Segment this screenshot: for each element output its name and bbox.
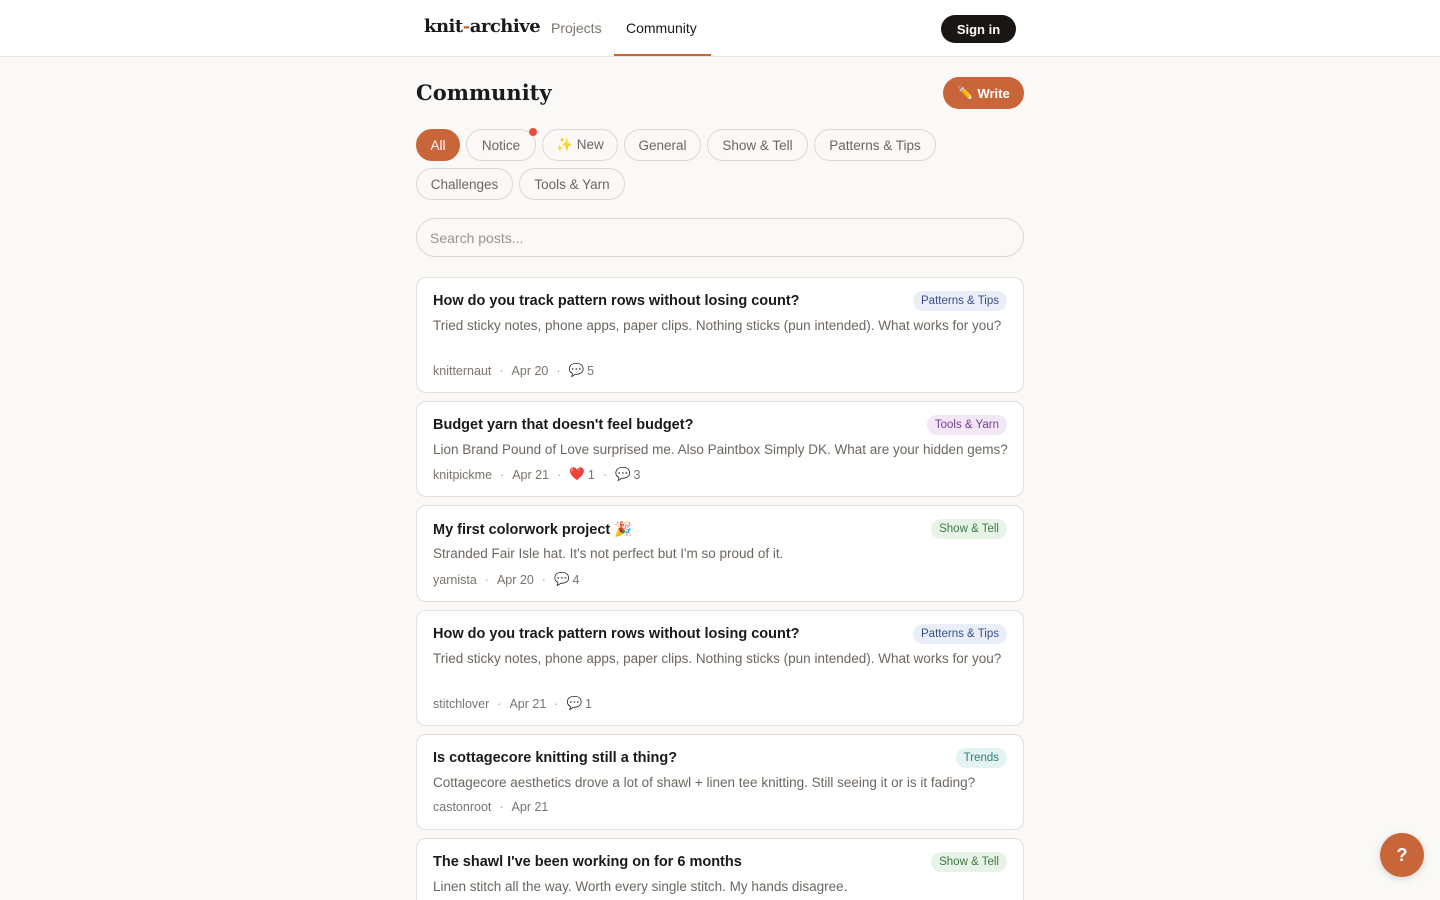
post-date: Apr 21 bbox=[511, 800, 549, 814]
active-nav-indicator bbox=[614, 54, 711, 56]
filter-tools-and-yarn[interactable]: Tools & Yarn bbox=[519, 168, 625, 200]
meta-separator: · bbox=[602, 467, 607, 482]
post-meta: yarnista · Apr 20 · 💬 4 bbox=[433, 572, 580, 587]
post-author[interactable]: knitternaut bbox=[433, 364, 491, 378]
site-logo[interactable]: knit-archive bbox=[424, 16, 541, 37]
nav-projects[interactable]: Projects bbox=[551, 20, 602, 36]
post-excerpt: Linen stitch all the way. Worth every si… bbox=[433, 879, 848, 894]
meta-separator: · bbox=[484, 572, 489, 587]
meta-separator: · bbox=[557, 467, 562, 482]
filter-new[interactable]: ✨ New bbox=[542, 129, 618, 161]
post-author[interactable]: yarnista bbox=[433, 573, 477, 587]
post-meta: castonroot · Apr 21 bbox=[433, 800, 548, 814]
pencil-icon: ✏️ bbox=[957, 85, 974, 100]
post-date: Apr 21 bbox=[512, 467, 550, 482]
post-title[interactable]: Is cottagecore knitting still a thing? bbox=[433, 750, 677, 766]
write-label: Write bbox=[977, 85, 1010, 101]
post-excerpt: Cottagecore aesthetics drove a lot of sh… bbox=[433, 775, 976, 790]
page-title: Community bbox=[416, 80, 552, 105]
sign-in-button[interactable]: Sign in bbox=[941, 15, 1016, 43]
post-excerpt: Tried sticky notes, phone apps, paper cl… bbox=[433, 651, 1002, 666]
post-card[interactable]: How do you track pattern rows without lo… bbox=[416, 610, 1024, 726]
post-category-tag: Show & Tell bbox=[931, 519, 1007, 539]
filter-general[interactable]: General bbox=[624, 129, 701, 161]
post-title[interactable]: My first colorwork project 🎉 bbox=[433, 521, 632, 538]
post-author[interactable]: castonroot bbox=[433, 800, 491, 814]
search-input[interactable] bbox=[416, 218, 1024, 257]
comment-icon: 💬 bbox=[568, 363, 585, 377]
post-excerpt: Tried sticky notes, phone apps, paper cl… bbox=[433, 318, 1002, 333]
meta-separator: · bbox=[556, 363, 561, 378]
party-emoji-icon: 🎉 bbox=[614, 522, 633, 538]
top-navigation-bar: knit-archive Projects Community Sign in bbox=[0, 0, 1440, 57]
post-category-tag: Tools & Yarn bbox=[926, 415, 1007, 435]
post-category-tag: Patterns & Tips bbox=[913, 291, 1007, 311]
filter-all[interactable]: All bbox=[416, 129, 460, 161]
meta-separator: · bbox=[500, 467, 505, 482]
nav-community[interactable]: Community bbox=[626, 20, 697, 36]
post-author[interactable]: stitchlover bbox=[433, 697, 489, 711]
meta-separator: · bbox=[499, 800, 504, 814]
post-meta: stitchlover · Apr 21 · 💬 1 bbox=[433, 696, 592, 711]
comment-icon: 💬 bbox=[553, 572, 570, 586]
meta-separator: · bbox=[499, 363, 504, 378]
comment-count: 💬 4 bbox=[553, 572, 580, 587]
post-title[interactable]: Budget yarn that doesn't feel budget? bbox=[433, 417, 693, 433]
post-author[interactable]: knitpickme bbox=[433, 468, 492, 482]
meta-separator: · bbox=[541, 572, 546, 587]
post-title[interactable]: The shawl I've been working on for 6 mon… bbox=[433, 854, 742, 870]
post-category-tag: Show & Tell bbox=[931, 852, 1007, 872]
help-button[interactable]: ? bbox=[1380, 833, 1424, 877]
post-card[interactable]: Budget yarn that doesn't feel budget? To… bbox=[416, 401, 1024, 497]
notice-unread-dot bbox=[529, 128, 537, 136]
filter-show-and-tell[interactable]: Show & Tell bbox=[707, 129, 808, 161]
post-excerpt: Stranded Fair Isle hat. It's not perfect… bbox=[433, 546, 784, 561]
post-category-tag: Trends bbox=[955, 748, 1007, 768]
comment-icon: 💬 bbox=[566, 696, 583, 710]
post-meta: knitternaut · Apr 20 · 💬 5 bbox=[433, 363, 594, 378]
post-card[interactable]: The shawl I've been working on for 6 mon… bbox=[416, 838, 1024, 900]
meta-separator: · bbox=[554, 696, 559, 711]
meta-separator: · bbox=[497, 696, 502, 711]
write-button[interactable]: ✏️ Write bbox=[943, 77, 1024, 109]
post-category-tag: Patterns & Tips bbox=[913, 624, 1007, 644]
post-date: Apr 20 bbox=[496, 572, 534, 587]
comment-count: 💬 5 bbox=[568, 363, 595, 378]
post-title[interactable]: How do you track pattern rows without lo… bbox=[433, 293, 800, 309]
post-title[interactable]: How do you track pattern rows without lo… bbox=[433, 626, 800, 642]
comment-icon: 💬 bbox=[614, 467, 631, 481]
filter-challenges[interactable]: Challenges bbox=[416, 168, 513, 200]
filter-notice[interactable]: Notice bbox=[466, 129, 536, 161]
like-count: ❤️ 1 bbox=[569, 467, 595, 482]
post-card[interactable]: Is cottagecore knitting still a thing? T… bbox=[416, 734, 1024, 830]
comment-count: 💬 1 bbox=[566, 696, 592, 711]
post-card[interactable]: My first colorwork project 🎉 Show & Tell… bbox=[416, 505, 1024, 602]
post-date: Apr 21 bbox=[509, 696, 547, 711]
post-date: Apr 20 bbox=[511, 363, 549, 378]
comment-count: 💬 3 bbox=[614, 467, 641, 482]
filter-patterns-and-tips[interactable]: Patterns & Tips bbox=[814, 129, 936, 161]
post-excerpt: Lion Brand Pound of Love surprised me. A… bbox=[433, 442, 1008, 457]
post-meta: knitpickme · Apr 21 · ❤️ 1 · 💬 3 bbox=[433, 467, 640, 482]
heart-icon: ❤️ bbox=[569, 467, 585, 481]
post-card[interactable]: How do you track pattern rows without lo… bbox=[416, 277, 1024, 393]
